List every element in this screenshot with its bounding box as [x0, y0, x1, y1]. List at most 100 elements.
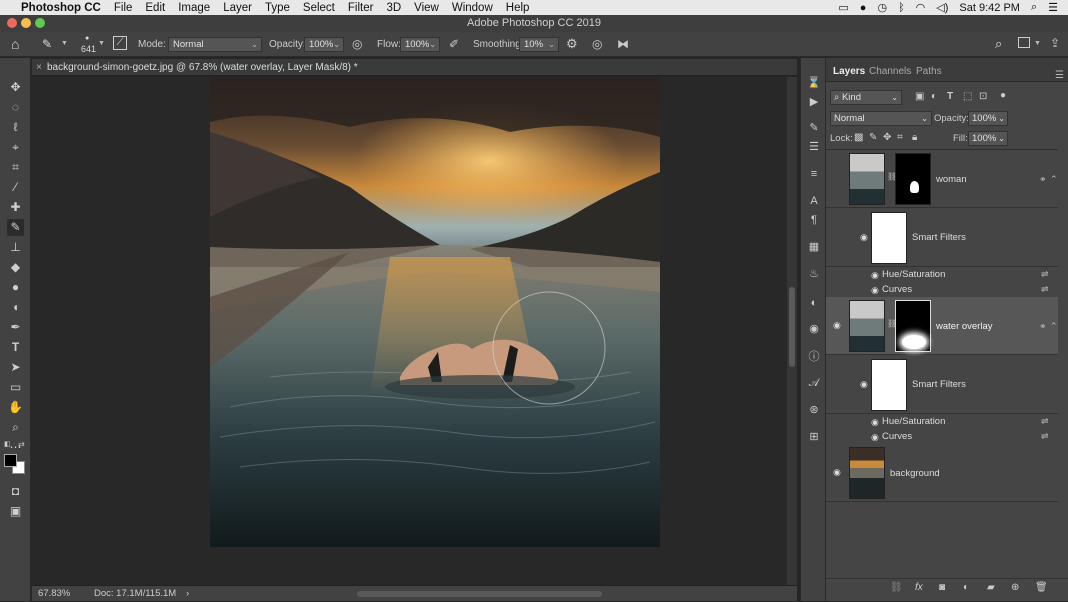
document-size[interactable]: Doc: 17.1M/115.1M	[94, 586, 176, 602]
info-icon[interactable]: ⓘ	[807, 350, 821, 364]
bluetooth-icon[interactable]: ᛒ	[898, 2, 905, 14]
screen-mode-icon[interactable]: ▣	[7, 503, 24, 520]
menu-3d[interactable]: 3D	[386, 2, 401, 14]
type-tool-icon[interactable]: T	[7, 339, 24, 356]
filter-toggle-icon[interactable]: ●	[1000, 90, 1006, 101]
styles-icon[interactable]: ◉	[807, 322, 821, 336]
menu-image[interactable]: Image	[178, 2, 210, 14]
rectangle-tool-icon[interactable]: ▭	[7, 379, 24, 396]
zoom-window-icon[interactable]	[35, 18, 45, 28]
filter-options-icon[interactable]: ⇌	[1041, 269, 1049, 280]
brush-size-value[interactable]: 641	[81, 44, 96, 54]
quick-mask-icon[interactable]: ◘	[7, 483, 24, 500]
glyphs-icon[interactable]: 𝒜	[807, 376, 821, 390]
layer-name[interactable]: water overlay	[936, 321, 993, 332]
panel-menu-icon[interactable]: ☰	[1055, 70, 1064, 81]
smudge-tool-icon[interactable]: ●	[7, 279, 24, 296]
spotlight-icon[interactable]: ⌕	[1031, 1, 1037, 14]
close-window-icon[interactable]	[7, 18, 17, 28]
lock-image-icon[interactable]: ✎	[869, 132, 877, 143]
fx-icon[interactable]: fx	[915, 582, 923, 593]
filter-type-icon[interactable]: T	[947, 91, 953, 102]
zoom-tool-icon[interactable]: ⌕	[7, 419, 24, 436]
swatches-grid-icon[interactable]: ▦	[807, 240, 821, 254]
menu-filter[interactable]: Filter	[348, 2, 374, 14]
filter-adjustment-icon[interactable]: ◐	[931, 91, 937, 102]
pressure-opacity-icon[interactable]: ◎	[352, 37, 362, 51]
layer-name[interactable]: background	[890, 468, 940, 479]
adjustments-icon[interactable]: ◐	[807, 296, 821, 310]
chevron-down-icon[interactable]: ▼	[61, 40, 68, 47]
document-canvas-image[interactable]	[210, 77, 660, 547]
new-adjustment-layer-icon[interactable]: ◐	[963, 582, 969, 593]
trash-icon[interactable]: 🗑︎	[1035, 582, 1048, 593]
layer-filter-select[interactable]: ⌕ Kind ⌄	[830, 90, 902, 105]
tab-layers[interactable]: Layers	[833, 66, 865, 77]
clone-stamp-tool-icon[interactable]: ⊥	[7, 239, 24, 256]
smart-filter-mask-thumbnail[interactable]	[871, 212, 907, 264]
share-icon[interactable]: ⇪	[1050, 36, 1060, 50]
filter-row-hue-saturation[interactable]: ◉ Hue/Saturation ⇌	[826, 268, 1058, 283]
eyedropper-tool-icon[interactable]: ⁄	[7, 179, 24, 196]
expand-arrow-icon[interactable]: ⌃	[1050, 321, 1058, 332]
quick-selection-tool-icon[interactable]: ⌖	[7, 139, 24, 156]
smoothing-field[interactable]: 10% ⌄	[519, 37, 559, 52]
path-selection-tool-icon[interactable]: ➤	[7, 359, 24, 376]
filter-smart-object-icon[interactable]: ⊡	[979, 91, 987, 102]
menu-edit[interactable]: Edit	[145, 2, 165, 14]
close-icon[interactable]: ×	[36, 59, 42, 76]
chevron-down-icon[interactable]: ▼	[98, 40, 105, 47]
filter-options-icon[interactable]: ⇌	[1041, 284, 1049, 295]
eye-icon[interactable]: ◉	[833, 320, 841, 331]
lock-all-icon[interactable]: 🔒︎	[912, 132, 917, 143]
blend-mode-select[interactable]: Normal ⌄	[830, 111, 932, 126]
new-group-icon[interactable]: ▰	[987, 582, 995, 593]
brush-tool-preset-icon[interactable]: ✎	[42, 37, 52, 51]
layer-row-woman[interactable]: ⛓ woman ⚭ ⌃	[826, 150, 1058, 208]
pressure-size-icon[interactable]: ◎	[592, 37, 602, 51]
filter-row-curves[interactable]: ◉ Curves ⇌	[826, 283, 1058, 298]
layer-mask-thumbnail[interactable]	[895, 300, 931, 352]
layer-comps-icon[interactable]: ⊛	[807, 403, 821, 417]
pen-tool-icon[interactable]: ✒	[7, 319, 24, 336]
opacity-field[interactable]: 100% ⌄	[304, 37, 344, 52]
character-icon[interactable]: A	[807, 194, 821, 208]
gear-icon[interactable]: ⚙	[566, 36, 578, 52]
menu-select[interactable]: Select	[303, 2, 335, 14]
smart-filters-row[interactable]: ◉ Smart Filters	[826, 356, 1058, 414]
new-layer-icon[interactable]: ⊕	[1011, 582, 1019, 593]
eye-icon[interactable]: ◉	[871, 285, 879, 296]
menu-window[interactable]: Window	[452, 2, 493, 14]
brush-tool-icon[interactable]: ✎	[7, 219, 24, 236]
paragraph-icon[interactable]: ¶	[807, 213, 821, 227]
layer-name[interactable]: woman	[936, 174, 967, 185]
layer-row-water-overlay[interactable]: ◉ ⛓ water overlay ⚭ ⌃	[826, 297, 1058, 355]
minimize-window-icon[interactable]	[21, 18, 31, 28]
screen-record-icon[interactable]: ▭	[838, 1, 848, 14]
add-mask-icon[interactable]: ◙	[939, 582, 945, 593]
eye-icon[interactable]: ◉	[860, 232, 868, 243]
history-icon[interactable]: ⌛	[807, 76, 821, 90]
filter-shape-icon[interactable]: ⬚	[963, 91, 972, 102]
mode-select[interactable]: Normal ⌄	[168, 37, 262, 52]
menu-file[interactable]: File	[114, 2, 133, 14]
filter-row-hue-saturation[interactable]: ◉ Hue/Saturation ⇌	[826, 415, 1058, 430]
notification-center-icon[interactable]: ☰	[1048, 1, 1058, 14]
chevron-down-icon[interactable]: ▼	[1034, 40, 1041, 47]
brush-panel-icon[interactable]: ⟋	[113, 36, 127, 50]
default-colors-icon[interactable]: ◧	[4, 440, 11, 448]
swap-colors-icon[interactable]: ⇄	[18, 440, 25, 449]
menu-type[interactable]: Type	[265, 2, 290, 14]
smart-filters-row[interactable]: ◉ Smart Filters	[826, 209, 1058, 267]
canvas-vertical-scrollbar[interactable]	[787, 77, 797, 585]
filter-row-curves[interactable]: ◉ Curves ⇌	[826, 430, 1058, 445]
dodge-tool-icon[interactable]: ◖	[7, 299, 24, 316]
smart-filter-mask-thumbnail[interactable]	[871, 359, 907, 411]
lock-artboard-icon[interactable]: ⌗	[897, 132, 903, 143]
workspace-icon[interactable]	[1018, 37, 1030, 48]
zoom-level[interactable]: 67.83%	[38, 586, 70, 602]
link-layers-icon[interactable]: ⛓	[890, 582, 903, 593]
lasso-tool-icon[interactable]: ℓ	[7, 119, 24, 136]
horizontal-scrollbar[interactable]	[357, 591, 602, 597]
lock-position-icon[interactable]: ✥	[883, 132, 891, 143]
